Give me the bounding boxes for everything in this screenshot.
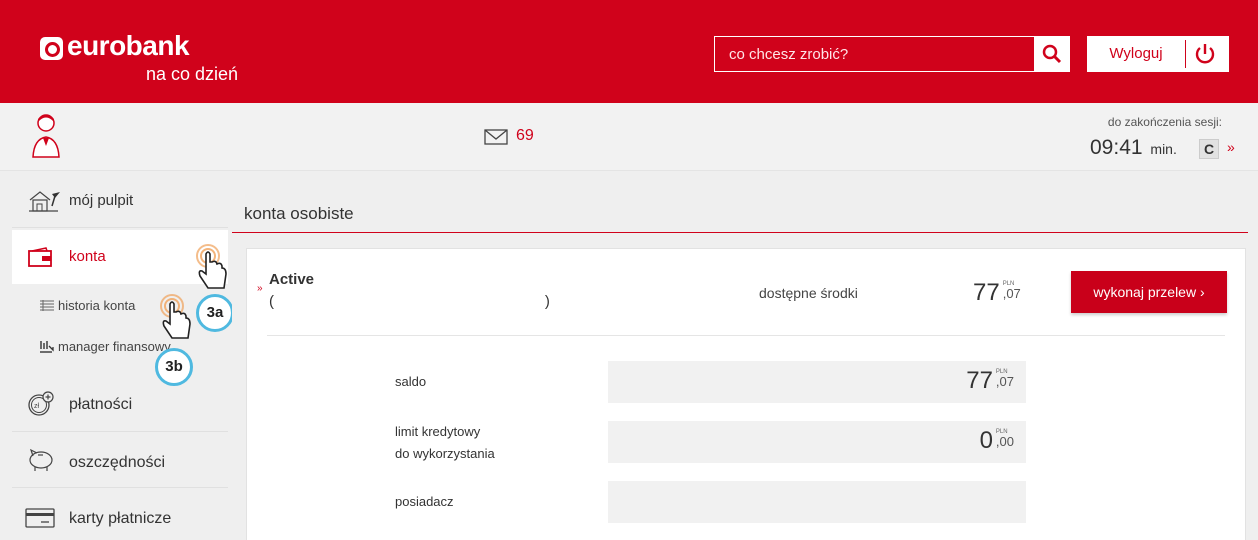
session-more-link[interactable]: » xyxy=(1227,139,1235,155)
chart-icon xyxy=(40,341,54,353)
credit-limit-amount: 0 PLN ,00 xyxy=(980,427,1014,455)
panel-divider xyxy=(267,335,1225,336)
list-icon xyxy=(40,300,54,311)
annotation-badge-3b: 3b xyxy=(155,348,193,386)
logout-group: Wyloguj xyxy=(1087,36,1229,72)
main-content: konta osobiste » Active ( ) dostępne śro… xyxy=(232,174,1258,540)
pointer-hand-icon xyxy=(196,244,227,289)
detail-label-line-1: limit kredytowy xyxy=(395,424,481,439)
amount-integer: 77 xyxy=(973,279,1000,306)
pointer-hand-icon xyxy=(160,294,191,339)
page-title: konta osobiste xyxy=(244,204,354,223)
avatar[interactable] xyxy=(32,113,60,159)
annotation-badge-3a: 3a xyxy=(196,294,234,332)
logo-name: eurobank xyxy=(67,30,190,61)
sidebar-item-platnosci[interactable]: zł płatności xyxy=(12,378,228,432)
amount-decimal: ,07 xyxy=(1002,286,1021,301)
detail-label-holder: posiadacz xyxy=(395,494,454,509)
search-input[interactable] xyxy=(715,37,1034,71)
search-box xyxy=(714,36,1070,72)
piggy-bank-icon xyxy=(29,448,53,471)
sidebar-item-label: oszczędności xyxy=(69,454,166,471)
make-transfer-button[interactable]: wykonaj przelew › xyxy=(1071,271,1227,313)
session-unit: min. xyxy=(1150,141,1177,157)
logo-mark-icon xyxy=(40,37,63,60)
svg-text:zł: zł xyxy=(34,403,40,410)
title-divider xyxy=(232,232,1248,233)
logo-tagline: na co dzień xyxy=(146,64,239,84)
wallet-icon xyxy=(28,247,52,267)
card-icon xyxy=(25,508,55,528)
coin-icon: zł xyxy=(28,391,54,416)
saldo-amount: 77 PLN ,07 xyxy=(966,367,1014,395)
search-icon xyxy=(1042,44,1062,64)
sidebar: mój pulpit konta historia konta manager … xyxy=(0,174,234,540)
envelope-icon[interactable] xyxy=(484,129,508,145)
status-bar: 69 do zakończenia sesji: 09:41 min. C » xyxy=(0,103,1258,171)
sidebar-item-label: mój pulpit xyxy=(69,192,134,209)
search-button[interactable] xyxy=(1034,37,1069,71)
detail-value-holder xyxy=(608,481,1026,523)
sidebar-item-label: karty płatnicze xyxy=(69,510,172,527)
detail-label-saldo: saldo xyxy=(395,374,427,389)
session-label: do zakończenia sesji: xyxy=(1107,115,1222,129)
session-refresh-button[interactable]: C xyxy=(1199,139,1219,159)
collapse-chevron-icon[interactable]: » xyxy=(257,283,263,294)
sidebar-item-oszczednosci[interactable]: oszczędności xyxy=(12,434,228,488)
logout-button[interactable]: Wyloguj xyxy=(1087,36,1185,72)
detail-label-line-2: do wykorzystania xyxy=(395,446,495,461)
sidebar-subitem-label: historia konta xyxy=(58,298,136,313)
house-icon xyxy=(29,191,60,212)
available-funds-amount: 77 PLN ,07 xyxy=(973,279,1021,307)
sidebar-item-label: płatności xyxy=(69,396,133,413)
detail-label-credit-limit: limit kredytowy do wykorzystania xyxy=(395,421,495,465)
top-header: eurobank na co dzień Wyloguj xyxy=(0,0,1258,103)
amount-decimal: ,00 xyxy=(995,434,1014,449)
power-icon[interactable] xyxy=(1193,42,1217,66)
session-timer: 09:41 min. xyxy=(1090,136,1177,160)
sidebar-item-label: konta xyxy=(69,248,106,265)
detail-value-saldo: 77 PLN ,07 xyxy=(608,361,1026,403)
sidebar-item-moj-pulpit[interactable]: mój pulpit xyxy=(12,174,228,228)
logout-divider xyxy=(1185,40,1186,68)
message-count[interactable]: 69 xyxy=(516,127,534,145)
session-time-value: 09:41 xyxy=(1090,136,1143,159)
detail-value-credit-limit: 0 PLN ,00 xyxy=(608,421,1026,463)
account-name[interactable]: Active xyxy=(269,271,314,288)
account-panel: » Active ( ) dostępne środki 77 PLN ,07 wy… xyxy=(246,248,1246,540)
sidebar-item-karty-platnicze[interactable]: karty płatnicze xyxy=(12,490,228,540)
amount-decimal: ,07 xyxy=(995,374,1014,389)
account-number: ( ) xyxy=(269,293,550,310)
amount-integer: 77 xyxy=(966,367,993,394)
available-funds-label: dostępne środki xyxy=(759,285,858,301)
amount-integer: 0 xyxy=(979,427,993,454)
